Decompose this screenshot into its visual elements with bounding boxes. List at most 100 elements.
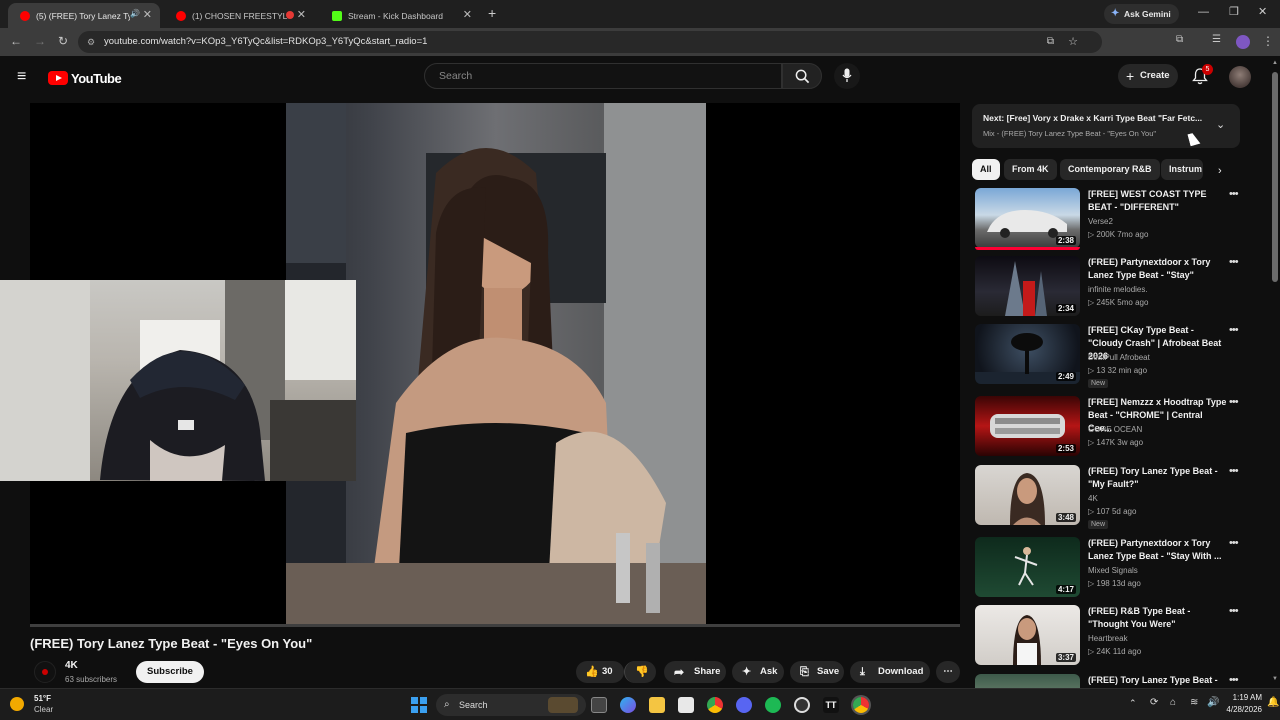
recommendation-item[interactable]: 4:17 (FREE) Partynextdoor x Tory Lanez T… bbox=[975, 537, 1245, 603]
microsoft-store-icon[interactable] bbox=[678, 697, 694, 713]
volume-icon[interactable]: 🔊 bbox=[1207, 697, 1219, 708]
channel-name[interactable]: GORE OCEAN bbox=[1088, 425, 1142, 434]
wifi-icon[interactable]: ≋ bbox=[1190, 697, 1198, 708]
network-icon[interactable]: ⌂ bbox=[1170, 697, 1176, 708]
chevron-down-icon[interactable]: ⌄ bbox=[1216, 118, 1225, 131]
close-tab-icon[interactable]: ✕ bbox=[463, 8, 472, 21]
obs-icon[interactable] bbox=[794, 697, 810, 713]
chip-all[interactable]: All bbox=[972, 159, 1000, 180]
reload-icon[interactable]: ↻ bbox=[58, 34, 68, 48]
video-progress-track[interactable] bbox=[30, 624, 960, 627]
minimize-window-icon[interactable]: — bbox=[1198, 6, 1209, 18]
close-window-icon[interactable]: ✕ bbox=[1258, 5, 1267, 18]
video-title[interactable]: (FREE) Tory Lanez Type Beat - bbox=[1088, 674, 1228, 687]
taskbar-search[interactable]: ⌕ Search bbox=[436, 694, 586, 716]
close-tab-icon[interactable]: ✕ bbox=[297, 8, 306, 21]
restore-window-icon[interactable]: ❐ bbox=[1229, 5, 1239, 18]
channel-name[interactable]: Verse2 bbox=[1088, 217, 1113, 226]
video-thumbnail[interactable]: 2:38 bbox=[975, 188, 1080, 248]
chrome-icon[interactable] bbox=[707, 697, 723, 713]
scroll-down-icon[interactable]: ▼ bbox=[1272, 676, 1278, 682]
dislike-button[interactable]: 👎 bbox=[624, 661, 656, 683]
clock-time[interactable]: 1:19 AM bbox=[1224, 693, 1262, 702]
video-title[interactable]: (FREE) Partynextdoor x Tory Lanez Type B… bbox=[1088, 537, 1228, 563]
channel-name[interactable]: 4K bbox=[1088, 494, 1098, 503]
site-info-icon[interactable]: ⚙ bbox=[87, 31, 95, 53]
channel-name[interactable]: Mixed Signals bbox=[1088, 566, 1138, 575]
more-vertical-icon[interactable]: ••• bbox=[1229, 188, 1239, 200]
extensions-icon[interactable]: ⧉ bbox=[1176, 34, 1183, 45]
back-icon[interactable]: ← bbox=[10, 34, 22, 48]
video-thumbnail[interactable]: 2:34 bbox=[975, 256, 1080, 316]
share-button[interactable]: ➦ Share bbox=[664, 661, 726, 683]
create-button[interactable]: + Create bbox=[1118, 64, 1178, 88]
weather-widget[interactable] bbox=[10, 695, 30, 715]
capcut-icon[interactable]: TT bbox=[823, 697, 839, 713]
scroll-up-icon[interactable]: ▲ bbox=[1272, 60, 1278, 66]
speaker-icon[interactable]: 🔊 bbox=[130, 9, 140, 18]
close-tab-icon[interactable]: ✕ bbox=[143, 8, 152, 21]
media-controls-icon[interactable]: ☰ bbox=[1212, 34, 1221, 45]
recommendation-item[interactable]: 3:37 (FREE) R&B Type Beat - "Thought You… bbox=[975, 605, 1245, 671]
ask-gemini-button[interactable]: ✦ Ask Gemini bbox=[1104, 4, 1179, 24]
address-bar[interactable]: ⚙ youtube.com/watch?v=KOp3_Y6TyQc&list=R… bbox=[78, 31, 1102, 53]
search-input[interactable]: Search bbox=[424, 63, 782, 89]
video-thumbnail[interactable]: 2:53 bbox=[975, 396, 1080, 456]
chrome-active-icon[interactable] bbox=[853, 697, 869, 713]
more-vertical-icon[interactable]: ••• bbox=[1229, 605, 1239, 617]
notification-center-icon[interactable]: 🔔 bbox=[1267, 697, 1279, 708]
search-button[interactable] bbox=[782, 63, 822, 89]
channel-name[interactable]: 4K bbox=[65, 660, 78, 671]
video-thumbnail[interactable]: 3:48 bbox=[975, 465, 1080, 525]
task-view-icon[interactable] bbox=[591, 697, 607, 713]
recommendation-item[interactable]: (FREE) Tory Lanez Type Beat - ••• bbox=[975, 674, 1245, 688]
more-vertical-icon[interactable]: ••• bbox=[1229, 324, 1239, 336]
download-button[interactable]: ⤓ Download bbox=[850, 661, 930, 683]
chip-instrumental[interactable]: Instrum bbox=[1161, 159, 1203, 180]
chevron-right-icon[interactable]: › bbox=[1218, 165, 1222, 177]
more-vertical-icon[interactable]: ••• bbox=[1229, 396, 1239, 408]
voice-search-button[interactable] bbox=[834, 63, 860, 89]
channel-name[interactable]: BeatPull Afrobeat bbox=[1088, 353, 1150, 362]
recommendation-item[interactable]: 2:38 [FREE] WEST COAST TYPE BEAT - "DIFF… bbox=[975, 188, 1245, 254]
clock-date[interactable]: 4/28/2026 bbox=[1224, 705, 1262, 714]
more-vertical-icon[interactable]: ••• bbox=[1229, 256, 1239, 268]
tray-overflow-icon[interactable]: ⌃ bbox=[1129, 698, 1137, 709]
subscribe-button[interactable]: Subscribe bbox=[136, 661, 204, 683]
bookmark-star-icon[interactable]: ☆ bbox=[1068, 31, 1078, 53]
browser-menu-icon[interactable]: ⋮ bbox=[1262, 34, 1274, 48]
new-tab-button[interactable]: + bbox=[488, 5, 496, 21]
video-title[interactable]: (FREE) Tory Lanez Type Beat - "My Fault?… bbox=[1088, 465, 1228, 491]
recommendation-item[interactable]: 2:53 [FREE] Nemzzz x Hoodtrap Type Beat … bbox=[975, 396, 1245, 462]
like-button[interactable]: 👍 30 bbox=[576, 661, 624, 683]
discord-icon[interactable] bbox=[736, 697, 752, 713]
chip-contemporary-rnb[interactable]: Contemporary R&B bbox=[1060, 159, 1160, 180]
file-explorer-icon[interactable] bbox=[649, 697, 665, 713]
browser-tab-kick[interactable]: Stream - Kick Dashboard ✕ bbox=[320, 3, 480, 28]
browser-tab-chosen[interactable]: (1) CHOSEN FREESTYLE BE ✕ bbox=[164, 3, 314, 28]
windows-start-icon[interactable] bbox=[411, 697, 427, 713]
page-scrollbar[interactable]: ▲ ▼ bbox=[1270, 60, 1280, 688]
channel-name[interactable]: infinite melodies. bbox=[1088, 285, 1148, 294]
video-thumbnail[interactable]: 2:49 bbox=[975, 324, 1080, 384]
video-title[interactable]: (FREE) R&B Type Beat - "Thought You Were… bbox=[1088, 605, 1228, 631]
more-vertical-icon[interactable]: ••• bbox=[1229, 537, 1239, 549]
profile-avatar-icon[interactable] bbox=[1236, 35, 1250, 49]
channel-name[interactable]: Heartbreak bbox=[1088, 634, 1128, 643]
video-thumbnail[interactable] bbox=[975, 674, 1080, 688]
channel-avatar[interactable] bbox=[34, 661, 56, 683]
video-thumbnail[interactable]: 4:17 bbox=[975, 537, 1080, 597]
more-vertical-icon[interactable]: ••• bbox=[1229, 465, 1239, 477]
more-vertical-icon[interactable]: ••• bbox=[1229, 674, 1239, 686]
spotify-icon[interactable] bbox=[765, 697, 781, 713]
recommendation-item[interactable]: 3:48 (FREE) Tory Lanez Type Beat - "My F… bbox=[975, 465, 1245, 531]
recommendation-item[interactable]: 2:49 [FREE] CKay Type Beat - "Cloudy Cra… bbox=[975, 324, 1245, 390]
scrollbar-thumb[interactable] bbox=[1272, 72, 1278, 282]
browser-tab-youtube[interactable]: (5) (FREE) Tory Lanez Type B 🔊 ✕ bbox=[8, 3, 160, 28]
account-avatar[interactable] bbox=[1229, 66, 1251, 88]
ask-button[interactable]: ✦ Ask bbox=[732, 661, 784, 683]
recommendation-item[interactable]: 2:34 (FREE) Partynextdoor x Tory Lanez T… bbox=[975, 256, 1245, 322]
video-thumbnail[interactable]: 3:37 bbox=[975, 605, 1080, 665]
notifications-button[interactable]: 5 bbox=[1192, 64, 1213, 90]
chip-from-channel[interactable]: From 4K bbox=[1004, 159, 1057, 180]
